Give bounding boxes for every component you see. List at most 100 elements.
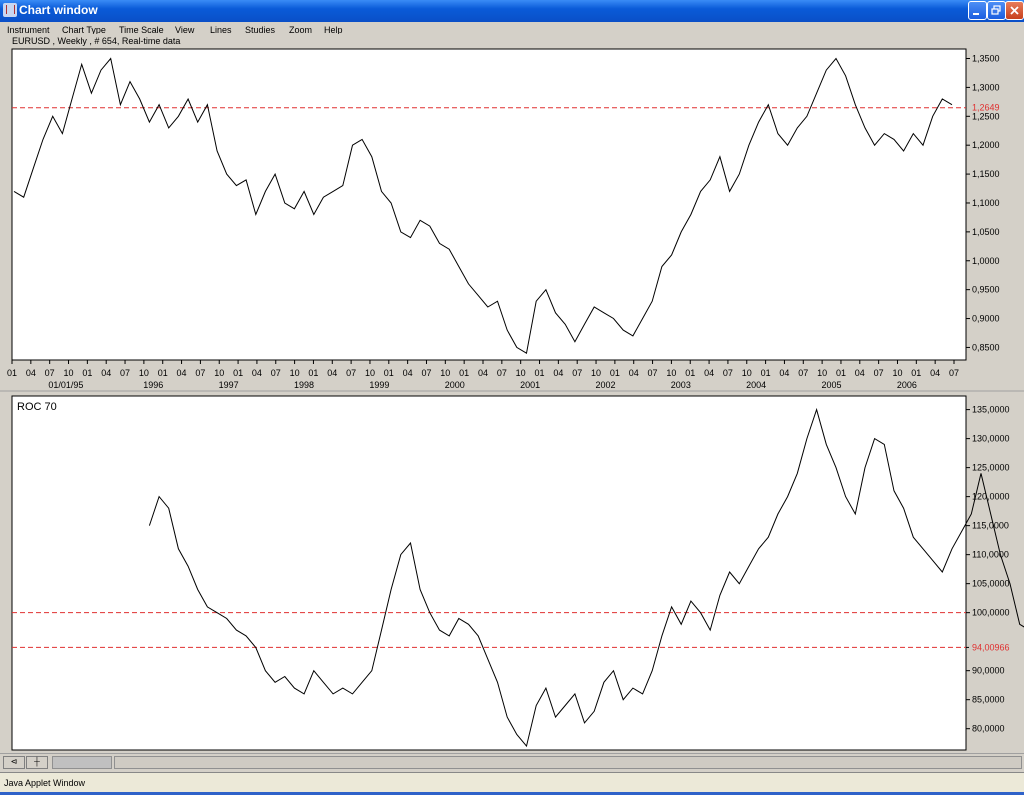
y-tick-label: 1,1500	[972, 169, 1000, 179]
x-year-label: 1996	[143, 380, 163, 390]
y-tick-label: 135,0000	[972, 405, 1010, 415]
x-tick-label: 07	[195, 368, 205, 378]
roc-chart-header: ROC 70	[17, 401, 57, 413]
price-panel	[11, 48, 967, 361]
restore-button[interactable]	[987, 1, 1006, 20]
x-tick-label: 01	[911, 368, 921, 378]
x-tick-label: 04	[26, 368, 36, 378]
minimize-button[interactable]	[968, 1, 987, 20]
x-year-label: 2004	[746, 380, 766, 390]
x-year-label: 2006	[897, 380, 917, 390]
y-tick-label: 100,0000	[972, 608, 1010, 618]
y-tick-label: 120,0000	[972, 492, 1010, 502]
x-tick-label: 04	[177, 368, 187, 378]
minimize-icon	[973, 13, 979, 15]
x-tick-label: 01	[685, 368, 695, 378]
y-tick-label: 1,3500	[972, 54, 1000, 64]
x-tick-label: 07	[874, 368, 884, 378]
app-icon	[3, 3, 17, 17]
x-year-label: 2005	[822, 380, 842, 390]
bottom-toolbar: ⊲ ┼	[0, 753, 1024, 770]
scroll-left-button[interactable]: ⊲	[3, 756, 25, 769]
x-year-label: 2000	[445, 380, 465, 390]
horizontal-scrollbar-track[interactable]	[114, 756, 1022, 769]
x-tick-label: 01	[459, 368, 469, 378]
close-button[interactable]	[1005, 1, 1024, 20]
x-tick-label: 10	[64, 368, 74, 378]
y-tick-label: 0,9500	[972, 285, 1000, 295]
x-tick-label: 04	[930, 368, 940, 378]
x-tick-label: 04	[553, 368, 563, 378]
x-tick-label: 07	[421, 368, 431, 378]
x-tick-label: 01	[836, 368, 846, 378]
roc-panel	[11, 395, 967, 751]
x-tick-label: 07	[723, 368, 733, 378]
x-year-label: 1999	[369, 380, 389, 390]
price-chart-header: EURUSD , Weekly , # 654, Real-time data	[12, 36, 180, 46]
x-tick-label: 04	[855, 368, 865, 378]
x-tick-label: 01	[610, 368, 620, 378]
y-tick-label: 1,3000	[972, 82, 1000, 92]
horizontal-scrollbar[interactable]	[52, 756, 112, 769]
x-tick-label: 07	[572, 368, 582, 378]
x-tick-label: 10	[817, 368, 827, 378]
y-tick-label: 0,8500	[972, 342, 1000, 352]
x-tick-label: 07	[271, 368, 281, 378]
x-tick-label: 01	[233, 368, 243, 378]
statusbar: Java Applet Window	[0, 772, 1024, 793]
x-tick-label: 01	[82, 368, 92, 378]
x-tick-label: 01	[308, 368, 318, 378]
x-tick-label: 01	[761, 368, 771, 378]
y-tick-label: 125,0000	[972, 463, 1010, 473]
x-tick-label: 07	[346, 368, 356, 378]
x-tick-label: 07	[798, 368, 808, 378]
x-tick-label: 01	[535, 368, 545, 378]
x-year-label: 1997	[219, 380, 239, 390]
x-tick-label: 10	[440, 368, 450, 378]
x-tick-label: 01	[7, 368, 17, 378]
x-tick-label: 04	[779, 368, 789, 378]
y-tick-label: 130,0000	[972, 434, 1010, 444]
x-tick-label: 10	[666, 368, 676, 378]
x-tick-label: 10	[591, 368, 601, 378]
x-year-label: 01/01/95	[48, 380, 83, 390]
x-year-label: 2001	[520, 380, 540, 390]
x-tick-label: 10	[516, 368, 526, 378]
window-title: Chart window	[19, 3, 98, 17]
y-tick-label: 80,0000	[972, 724, 1005, 734]
x-tick-label: 07	[45, 368, 55, 378]
charts-svg: EURUSD , Weekly , # 654, Real-time data …	[0, 36, 1024, 751]
y-tick-label: 105,0000	[972, 579, 1010, 589]
y-tick-label: 1,1000	[972, 198, 1000, 208]
applet-label: Java Applet Window	[4, 778, 86, 788]
x-tick-label: 10	[892, 368, 902, 378]
y-tick-label: 85,0000	[972, 695, 1005, 705]
y-tick-label: 1,0000	[972, 256, 1000, 266]
x-tick-label: 07	[949, 368, 959, 378]
x-tick-label: 10	[214, 368, 224, 378]
restore-icon	[991, 5, 1001, 15]
y-tick-label: 110,0000	[972, 550, 1009, 560]
close-icon	[1010, 6, 1019, 15]
x-tick-label: 04	[101, 368, 111, 378]
y-tick-label: 1,0500	[972, 227, 1000, 237]
x-tick-label: 04	[252, 368, 262, 378]
x-year-label: 1998	[294, 380, 314, 390]
x-tick-label: 04	[478, 368, 488, 378]
x-tick-label: 10	[365, 368, 375, 378]
x-tick-label: 01	[158, 368, 168, 378]
crosshair-button[interactable]: ┼	[26, 756, 48, 769]
window-titlebar: Chart window	[0, 0, 1024, 22]
x-tick-label: 07	[497, 368, 507, 378]
x-tick-label: 10	[139, 368, 149, 378]
y-tick-label: 1,2000	[972, 140, 1000, 150]
x-tick-label: 04	[327, 368, 337, 378]
x-tick-label: 07	[120, 368, 130, 378]
reference-label: 94,00966	[972, 642, 1010, 652]
x-tick-label: 10	[742, 368, 752, 378]
x-tick-label: 04	[704, 368, 714, 378]
x-tick-label: 07	[648, 368, 658, 378]
x-tick-label: 01	[384, 368, 394, 378]
y-tick-label: 115,0000	[972, 521, 1009, 531]
x-year-label: 2002	[595, 380, 615, 390]
